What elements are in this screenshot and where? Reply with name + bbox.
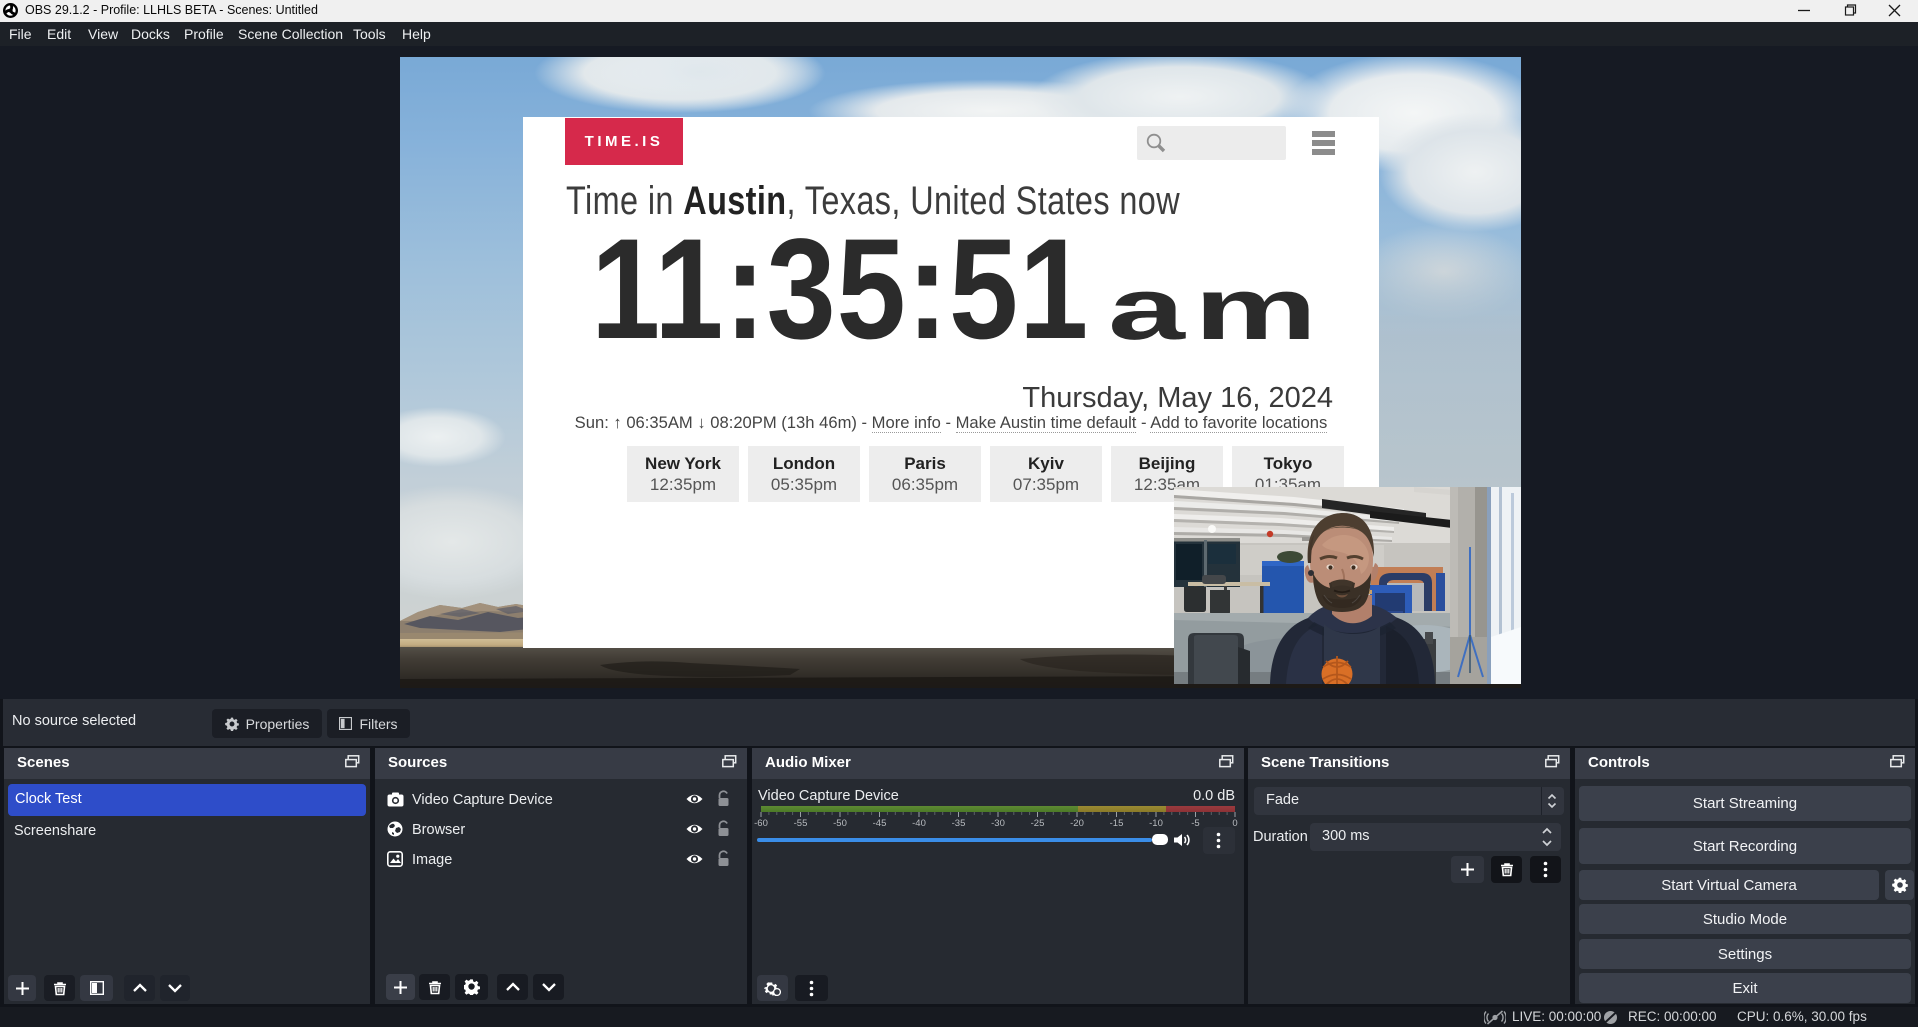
svg-text:-55: -55 [794,818,808,828]
svg-text:-40: -40 [912,818,926,828]
svg-text:-15: -15 [1110,818,1124,828]
svg-text:0: 0 [1232,818,1237,828]
svg-text:-35: -35 [952,818,966,828]
svg-text:-50: -50 [833,818,847,828]
svg-text:-60: -60 [754,818,768,828]
svg-text:-45: -45 [873,818,887,828]
svg-text:-30: -30 [991,818,1005,828]
svg-text:-10: -10 [1149,818,1163,828]
svg-text:-20: -20 [1070,818,1084,828]
svg-text:-5: -5 [1191,818,1199,828]
svg-text:-25: -25 [1031,818,1045,828]
